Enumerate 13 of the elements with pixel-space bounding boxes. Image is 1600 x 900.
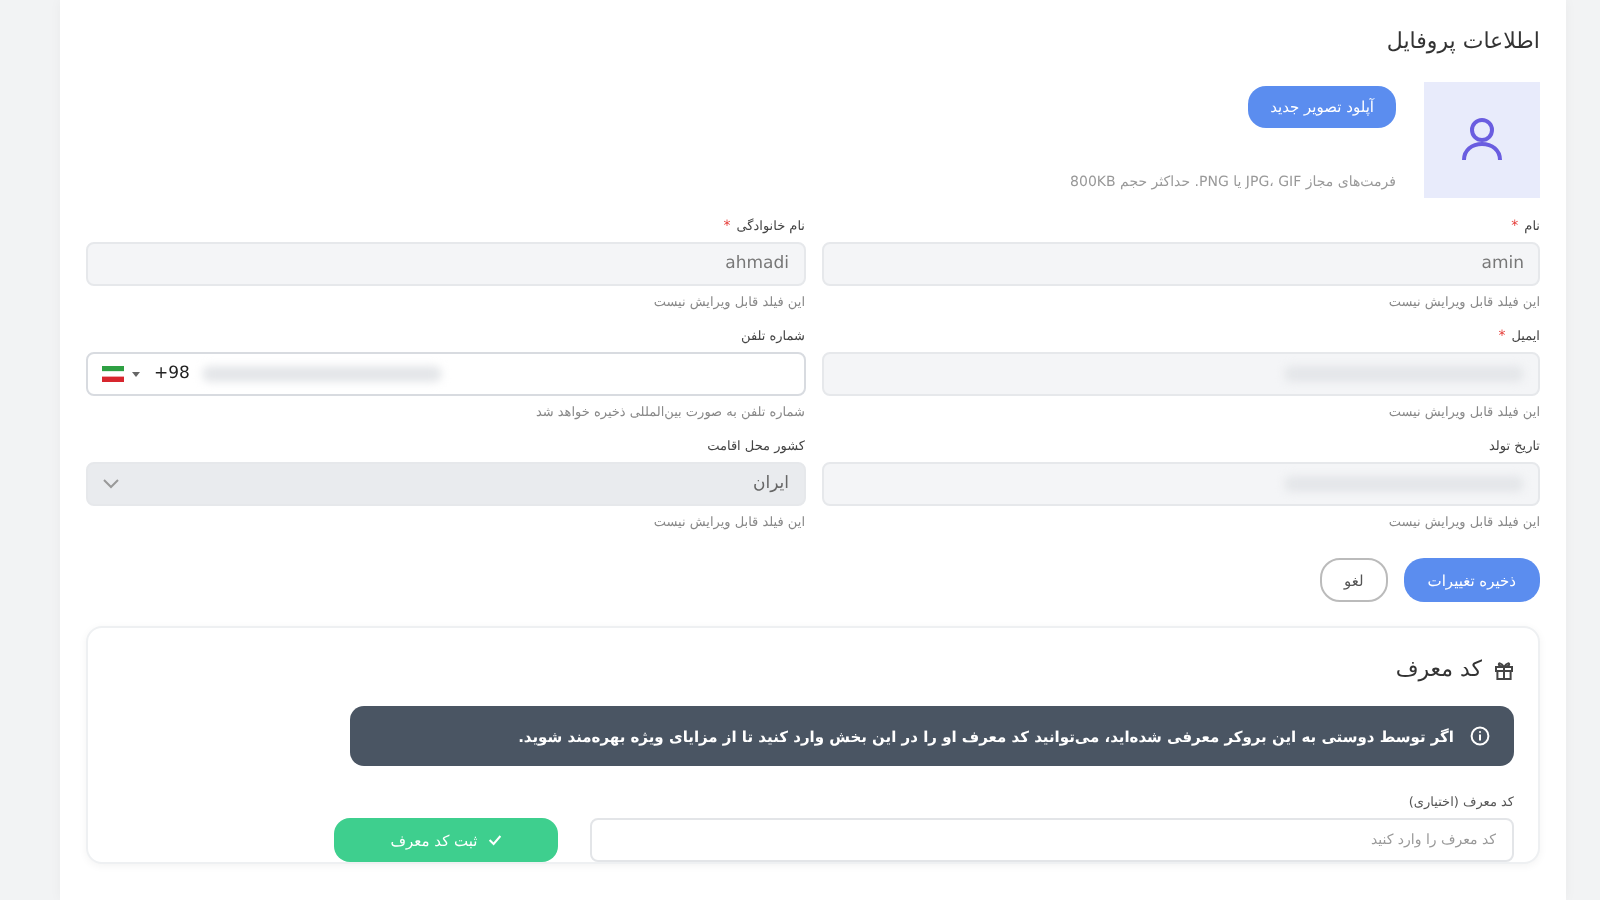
info-icon xyxy=(1470,726,1490,746)
user-icon xyxy=(1462,118,1502,162)
field-value: ahmadi xyxy=(725,254,789,274)
phone-field[interactable]: +98 xyxy=(86,352,805,396)
check-icon xyxy=(487,834,502,846)
page-title: اطلاعات پروفایل xyxy=(1384,28,1540,54)
field-value: amin xyxy=(1481,254,1524,274)
gift-icon xyxy=(1494,659,1514,679)
field-value: ایران xyxy=(752,474,789,494)
phone-prefix: +98 xyxy=(154,364,190,384)
section-title: کد معرف xyxy=(1395,656,1482,682)
flag-icon[interactable] xyxy=(102,366,142,382)
chevron-down-icon xyxy=(102,478,120,490)
